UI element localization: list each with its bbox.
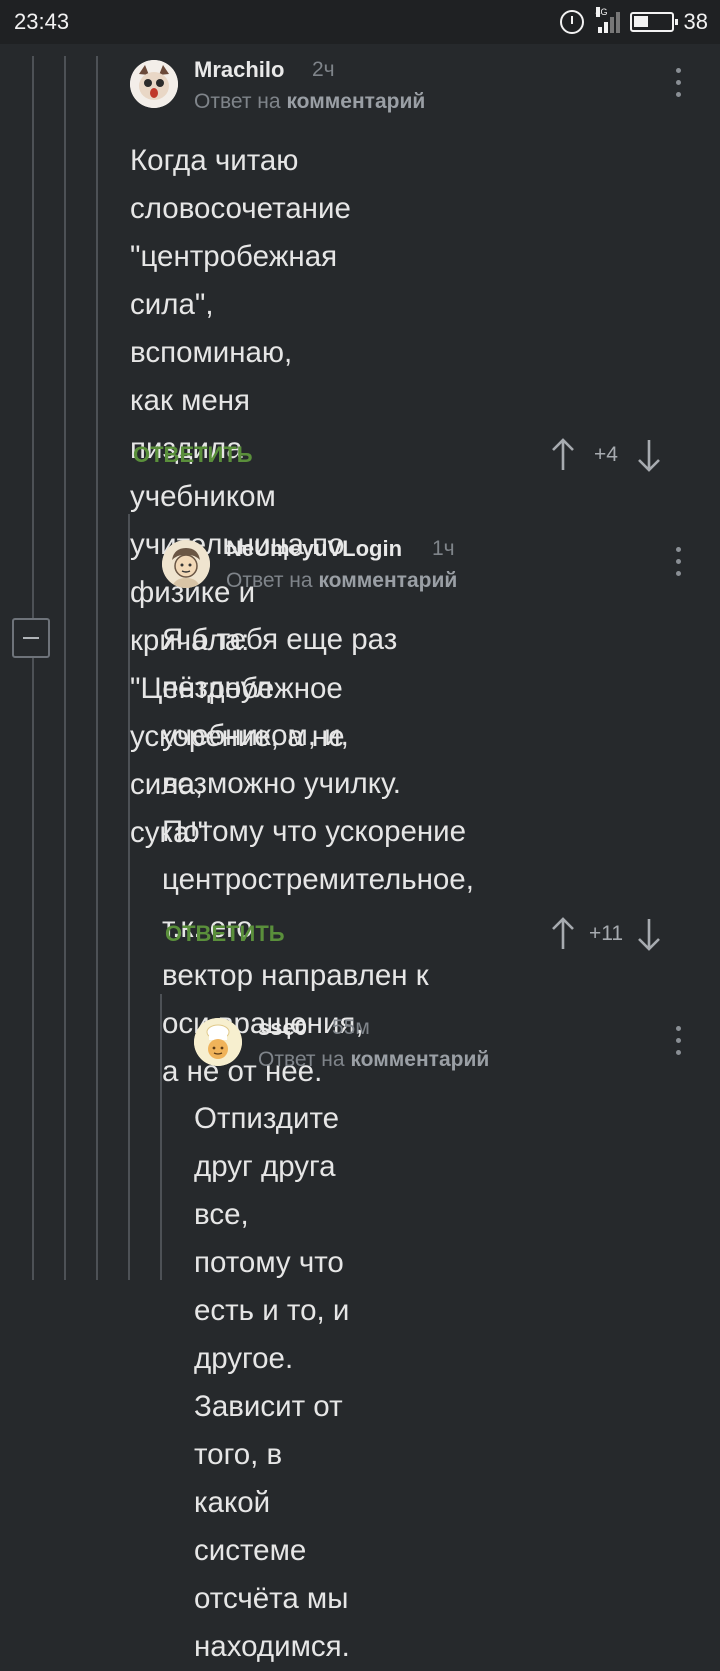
reply-button[interactable]: ОТВЕТИТЬ [165,921,285,947]
more-options-icon[interactable] [673,68,683,102]
reply-to-link[interactable]: комментарий [318,569,457,592]
status-bar: 23:43 4G 38 [0,0,720,44]
avatar[interactable] [162,540,210,588]
reply-to-line: Ответ на комментарий [194,90,425,114]
collapse-thread-button[interactable] [12,618,50,658]
alarm-icon [559,10,584,34]
network-type: 4G [595,7,608,17]
thread-line [32,56,34,1280]
downvote-icon[interactable] [634,438,664,472]
avatar[interactable] [130,60,178,108]
comment-author[interactable]: NeUmeyuVLogin [226,536,402,562]
thread-line [96,56,98,1280]
reply-to-link[interactable]: комментарий [286,90,425,113]
comment-time: 55м [332,1016,370,1039]
more-options-icon[interactable] [673,1026,683,1060]
comment-line: Зависит от того, в какой системе [194,1390,343,1567]
comment-author[interactable]: Mrachilo [194,57,284,83]
comment-line: отсчёта мы находимся. [194,1582,350,1663]
reply-to-line: Ответ на комментарий [226,569,457,593]
downvote-icon[interactable] [634,917,664,951]
avatar[interactable] [194,1018,242,1066]
upvote-icon[interactable] [548,438,578,472]
reply-to-prefix: Ответ на [194,90,281,113]
status-icons: 4G 38 [559,7,708,36]
reply-to-line: Ответ на комментарий [258,1048,489,1072]
vote-score: +11 [588,922,624,945]
battery-level: 38 [683,9,708,34]
reply-button[interactable]: ОТВЕТИТЬ [133,442,253,468]
comment-line: Когда читаю словосочетание [130,144,351,225]
comment-author[interactable]: sse0 [258,1015,307,1041]
comment-line: "центробежная сила", вспоминаю, [130,240,338,369]
vote-block: +4 [548,438,664,472]
comment-line: Отпиздите друг друга все, [194,1102,340,1231]
comment-line: Потому что ускорение [162,815,467,848]
upvote-icon[interactable] [548,917,578,951]
comment-line: учебником, и, возможно училку. [162,719,401,800]
reply-to-prefix: Ответ на [258,1048,345,1071]
status-time: 23:43 [14,9,70,34]
comment-line: потому что есть и то, и другое. [194,1246,350,1375]
chef-avatar-icon [194,1018,242,1066]
comment-time: 2ч [312,58,335,81]
signal-icon: 4G [594,7,620,33]
comment-time: 1ч [432,537,455,560]
reply-to-prefix: Ответ на [226,569,313,592]
more-options-icon[interactable] [673,547,683,581]
face-avatar-icon [162,540,210,588]
vote-block: +11 [548,917,664,951]
comment-body: Отпиздите друг друга все, потому что ест… [194,1095,350,1671]
vote-score: +4 [594,443,618,466]
thread-line [64,56,66,1280]
reply-to-link[interactable]: комментарий [350,1048,489,1071]
battery-icon [629,12,678,32]
cat-avatar-icon [130,60,178,108]
comment-line: Я б тебя еще раз пёзднул [162,623,398,704]
